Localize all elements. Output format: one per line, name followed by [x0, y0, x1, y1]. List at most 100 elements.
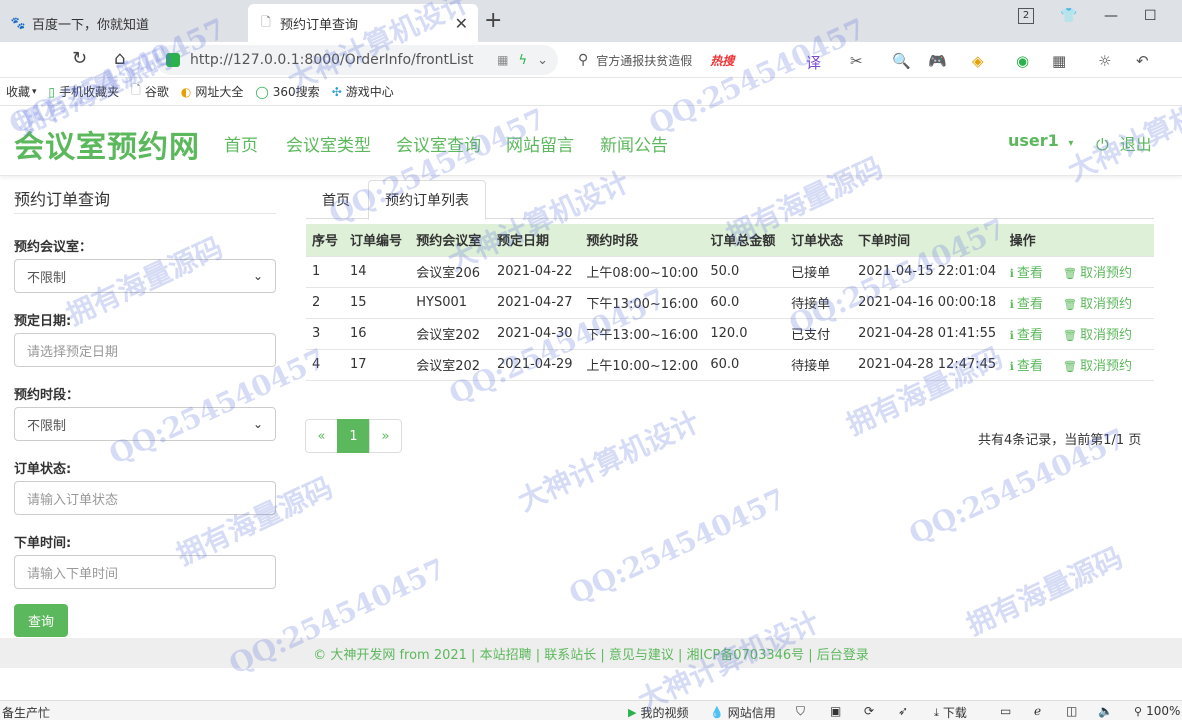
cell: 4 [306, 348, 345, 381]
undo-icon[interactable]: ↶ [1136, 52, 1149, 70]
bookmark-sites[interactable]: ◐ 网址大全 [181, 83, 244, 100]
search-text: 官方通报扶贫造假 [596, 53, 693, 68]
cell: 1 [306, 255, 345, 288]
cancel-link[interactable]: 🗑 取消预约 [1063, 266, 1132, 281]
home-icon[interactable]: ⌂ [114, 48, 125, 69]
view-link[interactable]: ℹ 查看 [1010, 266, 1043, 281]
cancel-link[interactable]: 🗑 取消预约 [1063, 328, 1132, 343]
logout-link[interactable]: ⏻ 退出 [1096, 131, 1152, 155]
status-input[interactable]: 请输入订单状态 [14, 481, 276, 515]
site-header: 会议室预约网 首页 会议室类型 会议室查询 网站留言 新闻公告 user1 ▾ … [0, 106, 1182, 176]
magnifier-icon[interactable]: 🔍 [892, 52, 911, 70]
nav-home[interactable]: 首页 [224, 131, 258, 156]
circle-icon[interactable]: ◉ [1016, 52, 1029, 70]
coin-icon[interactable]: ◈ [972, 52, 984, 70]
trash-icon: 🗑 [1063, 298, 1077, 311]
chevron-down-icon[interactable]: ⌄ [537, 53, 548, 68]
timeslot-select[interactable]: 不限制 ⌄ [14, 407, 276, 441]
breadcrumb-home[interactable]: 首页 [306, 180, 366, 219]
apps-grid-icon[interactable]: ▦ [1052, 52, 1066, 70]
browser-tab-baidu[interactable]: 🐾 百度一下，你就知道 [0, 4, 246, 42]
window-icon[interactable]: ▭ [1000, 704, 1011, 718]
browser-tab-order[interactable]: 🗋 预约订单查询 ✕ [248, 4, 478, 42]
download-button[interactable]: ⤓ 下载 [934, 704, 967, 720]
translate-icon[interactable]: 译 [806, 52, 821, 73]
cell: 50.0 [704, 255, 786, 288]
gamepad-icon[interactable]: 🎮 [928, 52, 947, 70]
breadcrumb: 首页 预约订单列表 [306, 180, 1154, 220]
download-icon: ⤓ [934, 705, 939, 719]
next-page-button[interactable]: » [369, 419, 402, 453]
nav-room-types[interactable]: 会议室类型 [286, 131, 371, 156]
bookmark-mobile[interactable]: ▯ 手机收藏夹 [49, 83, 120, 100]
shield-icon[interactable]: ⛉ [796, 704, 805, 719]
view-link[interactable]: ℹ 查看 [1010, 328, 1043, 343]
view-link[interactable]: ℹ 查看 [1010, 359, 1043, 374]
my-video-button[interactable]: ▶ 我的视频 [628, 704, 688, 720]
col-header: 预约会议室 [410, 224, 492, 256]
search-box[interactable]: ⚲ 官方通报扶贫造假 热搜 [570, 45, 788, 75]
ordertime-input[interactable]: 请输入下单时间 [14, 555, 276, 589]
shirt-icon[interactable]: 👕 [1060, 8, 1077, 24]
table-row: 1 14 会议室206 2021-04-22 上午08:00~10:00 50.… [306, 255, 1154, 288]
query-button[interactable]: 查询 [14, 604, 68, 637]
cell: 下午13:00~16:00 [580, 286, 705, 319]
search-icon: ⚲ [578, 52, 589, 68]
tab-count-button[interactable]: 2 [1018, 8, 1034, 24]
globe-icon: ◐ [180, 84, 192, 99]
nav-room-search[interactable]: 会议室查询 [396, 131, 481, 156]
logout-label: 退出 [1119, 135, 1152, 154]
cell: 60.0 [704, 286, 786, 319]
nav-news[interactable]: 新闻公告 [600, 131, 668, 156]
user-menu[interactable]: user1 ▾ [1008, 131, 1073, 150]
sidebar-title: 预约订单查询 [14, 190, 111, 209]
view-link[interactable]: ℹ 查看 [1010, 297, 1043, 312]
ie-icon[interactable]: ℯ [1034, 704, 1041, 718]
scissors-icon[interactable]: ✂ [850, 52, 863, 70]
bookmark-favorites[interactable]: 收藏 ▾ [6, 83, 37, 100]
date-input-placeholder: 请选择预定日期 [27, 344, 119, 360]
refresh-icon[interactable]: ⟳ [864, 704, 874, 718]
room-select[interactable]: 不限制 ⌄ [14, 259, 276, 293]
sound-icon[interactable]: 🔈 [1098, 704, 1113, 718]
col-header: 操作 [1003, 224, 1154, 256]
status-left-text: 备生产忙 [2, 706, 51, 720]
prev-page-button[interactable]: « [305, 419, 338, 453]
cancel-link[interactable]: 🗑 取消预约 [1063, 359, 1132, 374]
image-icon[interactable]: ▣ [830, 704, 841, 718]
rocket-icon[interactable]: ➶ [898, 704, 908, 718]
trash-icon: 🗑 [1063, 329, 1077, 342]
actions-cell: ℹ 查看 🗑 取消预约 [1003, 255, 1154, 288]
actions-cell: ℹ 查看 🗑 取消预约 [1003, 348, 1154, 381]
url-bar[interactable]: http://127.0.0.1:8000/OrderInfo/frontLis… [156, 45, 558, 75]
cancel-link[interactable]: 🗑 取消预约 [1063, 297, 1132, 312]
breadcrumb-current[interactable]: 预约订单列表 [368, 180, 486, 220]
minimize-button[interactable]: — [1104, 8, 1118, 24]
info-icon: ℹ [1009, 298, 1014, 311]
page-1-button[interactable]: 1 [337, 419, 370, 453]
nav-messages[interactable]: 网站留言 [506, 131, 574, 156]
date-input[interactable]: 请选择预定日期 [14, 333, 276, 367]
site-brand[interactable]: 会议室预约网 [14, 122, 200, 166]
phone-icon: ▯ [48, 84, 56, 99]
layout-icon[interactable]: ◫ [1066, 704, 1077, 718]
bookmark-360[interactable]: ◯ 360搜索 [255, 83, 319, 100]
brightness-icon[interactable]: ☼ [1098, 52, 1111, 70]
maximize-button[interactable]: ☐ [1144, 8, 1157, 24]
qr-icon[interactable]: ▦ [497, 53, 508, 67]
cell: 2021-04-28 01:41:55 [852, 317, 1004, 350]
watermark: 大神计算机设计 [512, 404, 705, 518]
bookmark-games[interactable]: ✣ 游戏中心 [332, 83, 394, 100]
site-credit-button[interactable]: 💧 网站信用 [710, 704, 776, 720]
lightning-icon[interactable]: ϟ [519, 53, 528, 68]
close-tab-icon[interactable]: ✕ [455, 14, 468, 33]
new-tab-button[interactable]: + [484, 8, 502, 33]
cell: 待接单 [785, 348, 853, 381]
zoom-control[interactable]: ⚲ 100% [1134, 704, 1180, 718]
cell: 2021-04-30 [491, 317, 581, 350]
reload-icon[interactable]: ↻ [72, 48, 87, 69]
col-header: 订单总金额 [704, 224, 786, 256]
trash-icon: 🗑 [1063, 360, 1077, 373]
power-icon: ⏻ [1096, 135, 1109, 154]
bookmark-google[interactable]: 🗋 谷歌 [131, 81, 169, 102]
